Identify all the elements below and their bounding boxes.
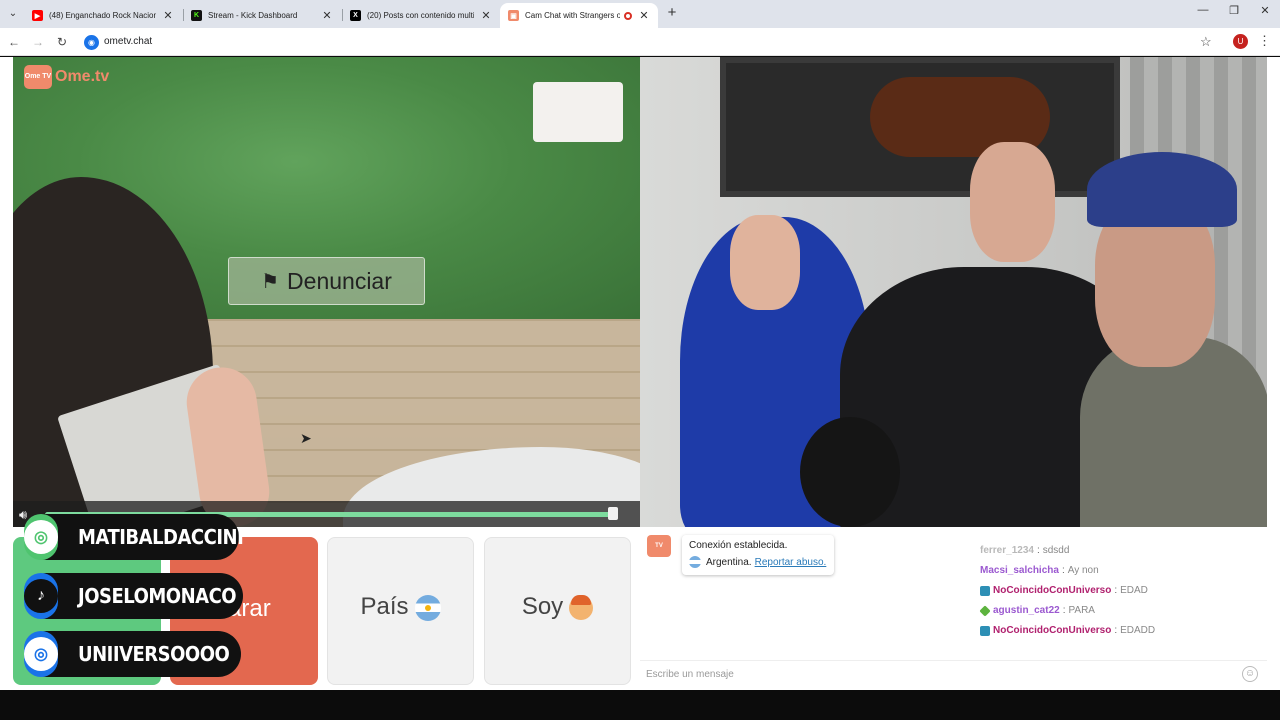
restore-icon[interactable]: ❐ — [1219, 4, 1249, 17]
badge-icon — [980, 586, 990, 596]
social-handle: JOSELOMONACO — [78, 583, 237, 609]
chat-message: agustin_cat22: PARA — [979, 601, 1260, 621]
report-button[interactable]: ⚑ Denunciar — [228, 257, 425, 305]
tab-ometv[interactable]: ▣ Cam Chat with Strangers on ✕ — [500, 3, 658, 28]
argentina-flag-icon — [414, 594, 441, 621]
gender-filter-button[interactable]: Soy — [484, 537, 631, 685]
chat-message: NoCoincidoConUniverso: EDADD — [980, 621, 1260, 641]
close-icon[interactable]: ✕ — [480, 9, 492, 22]
chat-message-input[interactable] — [646, 665, 1226, 683]
instagram-icon: ◎ — [24, 514, 58, 560]
chat-panel: TV Conexión establecida. Argentina. Repo… — [640, 527, 1267, 690]
volume-slider-handle[interactable] — [608, 507, 618, 520]
tab-x[interactable]: X (20) Posts con contenido multim ✕ — [342, 3, 500, 28]
address-bar[interactable]: ometv.chat — [104, 36, 152, 47]
menu-dots-icon[interactable]: ⋮ — [1258, 33, 1271, 49]
connection-status: Conexión establecida. — [689, 540, 788, 551]
instagram-icon: ◎ — [24, 631, 58, 677]
tab-search-icon[interactable]: ⌄ — [4, 5, 22, 23]
tab-youtube[interactable]: ▶ (48) Enganchado Rock Nacional ✕ — [24, 3, 182, 28]
social-overlay-instagram: ◎ MATIBALDACCINI — [24, 514, 244, 560]
back-icon[interactable]: ← — [6, 34, 22, 50]
chat-message: NoCoincidoConUniverso: EDAD — [980, 581, 1260, 601]
ometv-chat-logo-icon: TV — [647, 535, 671, 557]
ometv-logo-text: Ome.tv — [55, 68, 110, 85]
chat-message: Macsi_salchicha: Ay non — [980, 565, 1099, 576]
stream-chat-overlay: ferrer_1234: sdsdd Macsi_salchicha: Ay non… — [979, 541, 1260, 641]
social-handle: MATIBALDACCINI — [78, 524, 244, 550]
system-message: Conexión establecida. Argentina. Reporta… — [682, 535, 834, 575]
argentina-flag-icon — [689, 556, 701, 568]
chat-input-bar: ☺ — [640, 660, 1267, 686]
chat-message: ferrer_1234: sdsdd — [980, 545, 1070, 556]
close-icon[interactable]: ✕ — [321, 9, 333, 22]
stranger-video: Ome TV Ome.tv ⚑ Denunciar ➤ 🔊︎ — [13, 57, 640, 527]
country-filter-button[interactable]: País — [327, 537, 474, 685]
emoji-icon[interactable]: ☺ — [1242, 666, 1258, 682]
badge-icon — [979, 605, 991, 617]
forward-icon[interactable]: → — [30, 34, 46, 50]
tiktok-icon: ♪ — [24, 573, 58, 619]
social-overlay-tiktok: ♪ JOSELOMONACO — [24, 573, 243, 619]
x-icon: X — [350, 10, 361, 21]
new-tab-button[interactable]: + — [664, 5, 680, 21]
close-icon[interactable]: ✕ — [638, 9, 650, 22]
social-overlay-instagram: ◎ UNIIVERSOOOO — [24, 631, 241, 677]
profile-avatar[interactable]: U — [1233, 34, 1248, 49]
bookmark-star-icon[interactable]: ☆ — [1200, 34, 1212, 50]
ometv-logo-badge: Ome TV — [24, 65, 52, 89]
tab-kick[interactable]: K Stream - Kick Dashboard ✕ — [183, 3, 341, 28]
browser-tab-bar: ⌄ ▶ (48) Enganchado Rock Nacional ✕ K St… — [0, 0, 1280, 28]
partner-country: Argentina. — [706, 556, 752, 568]
social-handle: UNIIVERSOOOO — [78, 641, 230, 667]
badge-icon — [980, 626, 990, 636]
browser-toolbar: ← → ↻ ◉ ometv.chat ☆ U ⋮ — [0, 28, 1280, 56]
country-filter-label: País — [360, 593, 409, 620]
flag-icon: ⚑ — [261, 270, 280, 293]
recording-icon — [624, 11, 632, 20]
self-video — [640, 57, 1267, 527]
ometv-page: Ome TV Ome.tv ⚑ Denunciar ➤ 🔊︎ arar País… — [0, 57, 1280, 690]
report-abuse-link[interactable]: Reportar abuso. — [755, 557, 827, 568]
boy-emoji-icon — [569, 594, 594, 620]
report-button-label: Denunciar — [287, 267, 392, 294]
kick-icon: K — [191, 10, 202, 21]
reload-icon[interactable]: ↻ — [54, 34, 70, 50]
mouse-cursor-icon: ➤ — [300, 430, 312, 446]
ometv-logo: Ome TV Ome.tv — [24, 65, 109, 89]
ometv-icon: ▣ — [508, 10, 519, 21]
close-icon[interactable]: ✕ — [162, 9, 174, 22]
gender-filter-label: Soy — [521, 593, 564, 620]
close-window-icon[interactable]: ✕ — [1250, 4, 1280, 17]
minimize-icon[interactable]: — — [1188, 4, 1218, 16]
site-info-icon[interactable]: ◉ — [84, 35, 99, 50]
youtube-icon: ▶ — [32, 10, 43, 21]
